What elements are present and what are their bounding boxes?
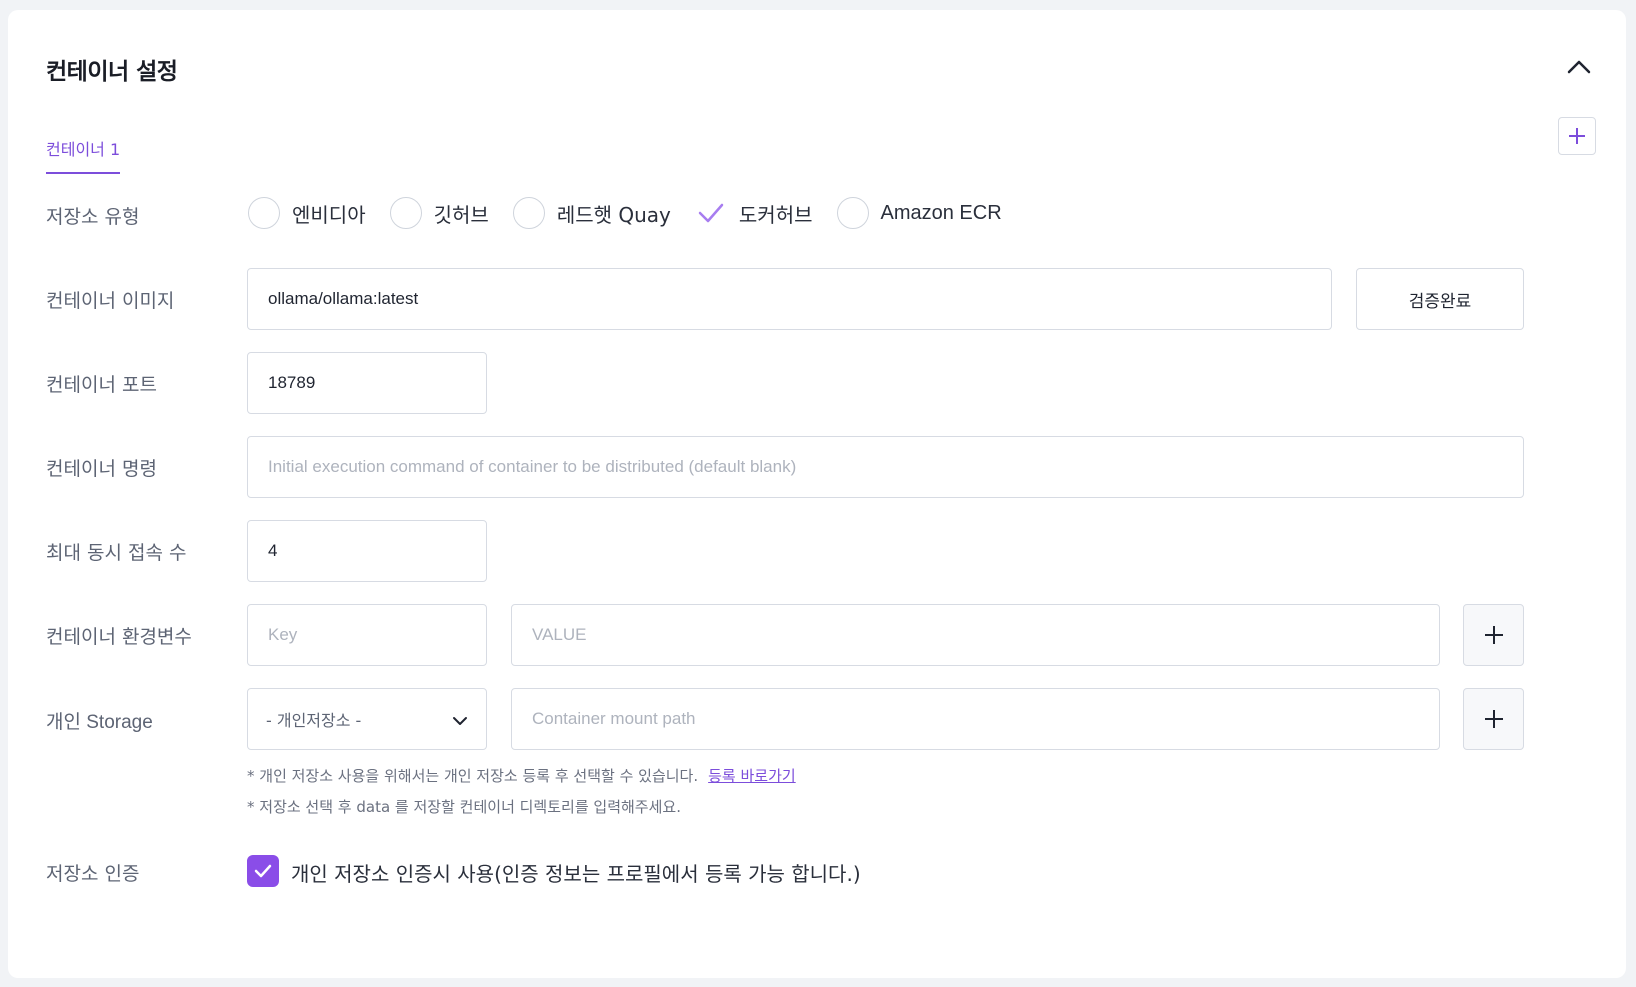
checkmark-icon [695,197,727,229]
env-label: 컨테이너 환경변수 [46,626,192,648]
storage-select-value: - 개인저장소 - [266,711,362,730]
mount-path-input[interactable] [532,709,1419,729]
image-input[interactable] [268,289,1311,309]
add-storage-button[interactable] [1463,688,1524,750]
max-connections-input[interactable] [268,541,466,561]
radio-amazon-ecr[interactable]: Amazon ECR [836,197,1002,229]
container-settings-card: 컨테이너 설정 컨테이너 1 저장소 유형 엔비디아 깃허브 레드햇 Quay [8,10,1626,978]
plus-icon [1569,128,1585,144]
port-input-box [247,352,487,414]
radio-dockerhub[interactable]: 도커허브 [695,197,813,229]
image-label: 컨테이너 이미지 [46,290,175,312]
storage-label: 개인 Storage [46,712,153,733]
command-input[interactable] [268,457,1503,477]
auth-label: 저장소 인증 [46,863,140,885]
max-connections-label: 최대 동시 접속 수 [46,542,187,564]
port-label: 컨테이너 포트 [46,374,157,396]
env-value-box [511,604,1440,666]
max-connections-input-box [247,520,487,582]
auth-checkbox-label: 개인 저장소 인증시 사용(인증 정보는 프로필에서 등록 가능 합니다.) [291,862,861,886]
radio-github[interactable]: 깃허브 [389,197,489,229]
plus-icon [1484,710,1503,728]
add-env-button[interactable] [1463,604,1524,666]
mount-path-box [511,688,1440,750]
storage-select[interactable]: - 개인저장소 - [247,688,487,750]
command-label: 컨테이너 명령 [46,458,157,480]
collapse-button[interactable] [1566,54,1592,80]
radio-circle-icon [512,197,545,229]
registry-type-label: 저장소 유형 [46,206,140,228]
section-title: 컨테이너 설정 [46,59,178,85]
radio-circle-icon [389,197,422,229]
radio-redhat-quay[interactable]: 레드햇 Quay [512,197,671,229]
chevron-up-icon [1567,60,1591,74]
registry-type-radio-group: 엔비디아 깃허브 레드햇 Quay 도커허브 Amazon ECR [248,196,1026,230]
image-input-box [247,268,1332,330]
env-key-box [247,604,487,666]
radio-circle-icon [248,197,280,229]
command-input-box [247,436,1524,498]
verify-button[interactable]: 검증완료 [1356,268,1524,330]
port-input[interactable] [268,373,466,393]
auth-checkbox[interactable] [247,855,279,887]
plus-icon [1484,626,1503,644]
storage-hint-2: * 저장소 선택 후 data 를 저장할 컨테이너 디렉토리를 입력해주세요. [247,798,681,816]
storage-hint-1: * 개인 저장소 사용을 위해서는 개인 저장소 등록 후 선택할 수 있습니다… [247,767,796,785]
env-key-input[interactable] [268,625,466,645]
register-shortcut-link[interactable]: 등록 바로가기 [708,767,796,785]
tab-container-1[interactable]: 컨테이너 1 [46,136,121,174]
chevron-down-icon [452,711,468,731]
checkmark-icon [254,864,272,878]
add-container-button[interactable] [1558,117,1596,155]
env-value-input[interactable] [532,625,1419,645]
radio-circle-icon [836,197,869,229]
radio-nvidia[interactable]: 엔비디아 [248,197,366,229]
